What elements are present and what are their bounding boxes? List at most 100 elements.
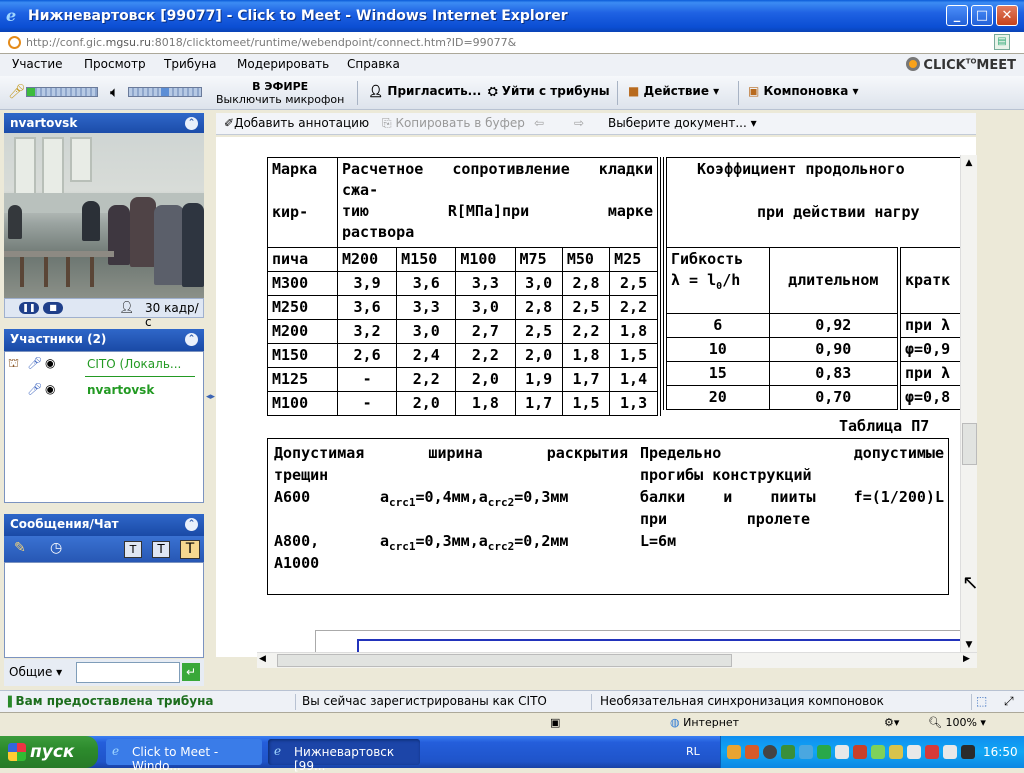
fullscreen-icon[interactable]: ⤢ [1004,694,1014,709]
strength-cell: 2,7 [455,319,516,344]
clock-icon[interactable]: ◷ [50,540,62,556]
collapse-icon[interactable]: ⌃ [185,333,198,346]
send-icon[interactable]: ↵ [182,663,200,681]
menu-participation[interactable]: Участие [12,57,63,71]
tray-app-icon[interactable] [853,745,867,759]
action-button[interactable]: ■ Действие ▾ [628,84,719,98]
menu-tribune[interactable]: Трибуна [164,57,216,71]
chat-scope-select[interactable]: Общие ▾ [9,665,62,679]
url-text[interactable]: http://conf.gic.mgsu.ru:8018/clicktomeet… [26,36,516,49]
strength-cell: 3,9 [336,271,398,296]
table-row: 20 0,70 φ=0,8 [663,385,977,410]
chevron-down-icon: ▾ [713,84,720,98]
close-button[interactable]: ✕ [996,5,1018,26]
menu-moderate[interactable]: Модерировать [237,57,329,71]
network-icon[interactable]: ⬚ [976,694,987,708]
maximize-button[interactable]: □ [971,5,993,26]
strength-cell: 1,4 [609,367,662,392]
leave-tribune-button[interactable]: ⛭ Уйти с трибуны [488,84,610,99]
vertical-scroll-thumb[interactable] [962,423,977,465]
table-row: 10 0,90 φ=0,9 [663,337,977,362]
header-cell: Марка кир- [267,157,338,248]
brick-grade-cell: М300 [267,271,338,296]
clock[interactable]: 16:50 [983,745,1018,759]
address-bar[interactable]: http://conf.gic.mgsu.ru:8018/clicktomeet… [0,32,1024,54]
tray-network-icon[interactable] [799,745,813,759]
font-small-icon[interactable]: T [124,541,142,558]
invite-button[interactable]: 👤︎ Пригласить... [368,84,481,98]
language-indicator[interactable]: RL [686,745,700,758]
strength-cell: 1,7 [514,391,563,416]
zoom-control[interactable]: 🔍︎ 100% ▾ [928,716,986,729]
forward-arrow-icon[interactable]: ⇨ [574,116,584,130]
chat-messages [4,562,204,658]
speaker-level-meter [128,87,202,97]
window-titlebar[interactable]: e Нижневартовск [99077] - Click to Meet … [0,0,1024,32]
tray-app-icon[interactable] [925,745,939,759]
minimize-button[interactable]: _ [946,5,968,26]
tray-app-icon[interactable] [943,745,957,759]
strength-cell: 1,8 [609,319,662,344]
tray-app-icon[interactable] [745,745,759,759]
tray-volume-icon[interactable] [907,745,921,759]
video-panel-title: nvartovsk [10,116,78,130]
document-horizontal-scrollbar[interactable]: ◀ ▶ [257,652,977,668]
collapse-icon[interactable]: ⌃ [185,518,198,531]
header-cell: Гибкость λ = l0/h [663,247,770,314]
panel-splitter-handle[interactable]: ◂▸ [206,392,215,414]
pause-icon[interactable]: ❚❚ [19,302,39,314]
tray-app-icon[interactable] [889,745,903,759]
video-panel-header: nvartovsk ⌃ [4,113,204,135]
strength-cell: 2,4 [396,343,457,368]
security-icon[interactable]: ⚙▾ [884,716,899,729]
grade-header: М25 [609,247,662,272]
font-medium-icon[interactable]: T [152,541,170,558]
eraser-icon[interactable]: ✎ [14,540,26,556]
tray-app-icon[interactable] [727,745,741,759]
tray-app-icon[interactable] [781,745,795,759]
copy-button[interactable]: ⎘ Копировать в буфер [382,116,525,131]
strength-cell: 1,8 [561,343,611,368]
tray-app-icon[interactable] [817,745,831,759]
participant-row[interactable]: 🎤︎ ◉ nvartovsk [5,380,203,402]
layout-button[interactable]: ▣ Компоновка ▾ [748,84,859,98]
stop-icon[interactable]: ■ [43,302,63,314]
table-row: М200 3,2 3,0 2,7 2,5 2,2 1,8 [267,319,662,344]
back-arrow-icon[interactable]: ⇦ [534,116,544,130]
select-document-dropdown[interactable]: Выберите документ... ▾ [608,116,757,130]
ie-icon: e [274,744,282,758]
scroll-down-icon[interactable]: ▼ [961,637,977,653]
tray-app-icon[interactable] [835,745,849,759]
microphone-icon[interactable]: 🎤︎ [8,84,26,100]
webcam-icon: ◉ [45,356,56,370]
font-large-icon[interactable]: T [180,540,200,559]
tray-app-icon[interactable] [961,745,975,759]
speaker-icon[interactable]: 🔈︎ [110,83,119,101]
scroll-left-icon[interactable]: ◀ [259,654,266,664]
menu-view[interactable]: Просмотр [84,57,146,71]
strength-cell: 1,5 [561,391,611,416]
tray-webcam-icon[interactable] [763,745,777,759]
scroll-right-icon[interactable]: ▶ [963,654,970,664]
chat-input[interactable] [76,662,180,683]
grade-header: М50 [561,247,611,272]
taskbar-item-nizhnevartovsk[interactable]: e Нижневартовск [99... [268,739,420,773]
compat-view-icon[interactable]: ▤ [994,34,1010,50]
on-air-toggle[interactable]: В ЭФИРЕ Выключить микрофон [216,80,344,106]
menu-help[interactable]: Справка [347,57,400,71]
participants-title: Участники (2) [10,332,107,346]
taskbar-item-click-to-meet[interactable]: e Click to Meet - Windo... [106,739,262,773]
buckling-coefficient-table: Коэффициент продольного при действии наг… [663,157,977,410]
participant-row[interactable]: ⛫ 🎤︎ ◉ CITO (Локаль... [5,354,203,376]
toolbar-separator [738,81,739,105]
add-annotation-button[interactable]: ✐Добавить аннотацию [224,116,369,130]
tray-app-icon[interactable] [871,745,885,759]
scroll-up-icon[interactable]: ▲ [961,155,977,171]
document-view[interactable]: Марка кир- Расчетное сопротивление кладки… [257,155,977,655]
strength-cell: 3,3 [396,295,457,320]
horizontal-scroll-thumb[interactable] [277,654,732,667]
registration-status: Вы сейчас зарегистрированы как CITO [298,694,592,710]
flexibility-cell: 10 [663,337,770,362]
collapse-icon[interactable]: ⌃ [185,117,198,130]
participant-name: nvartovsk [87,383,155,397]
